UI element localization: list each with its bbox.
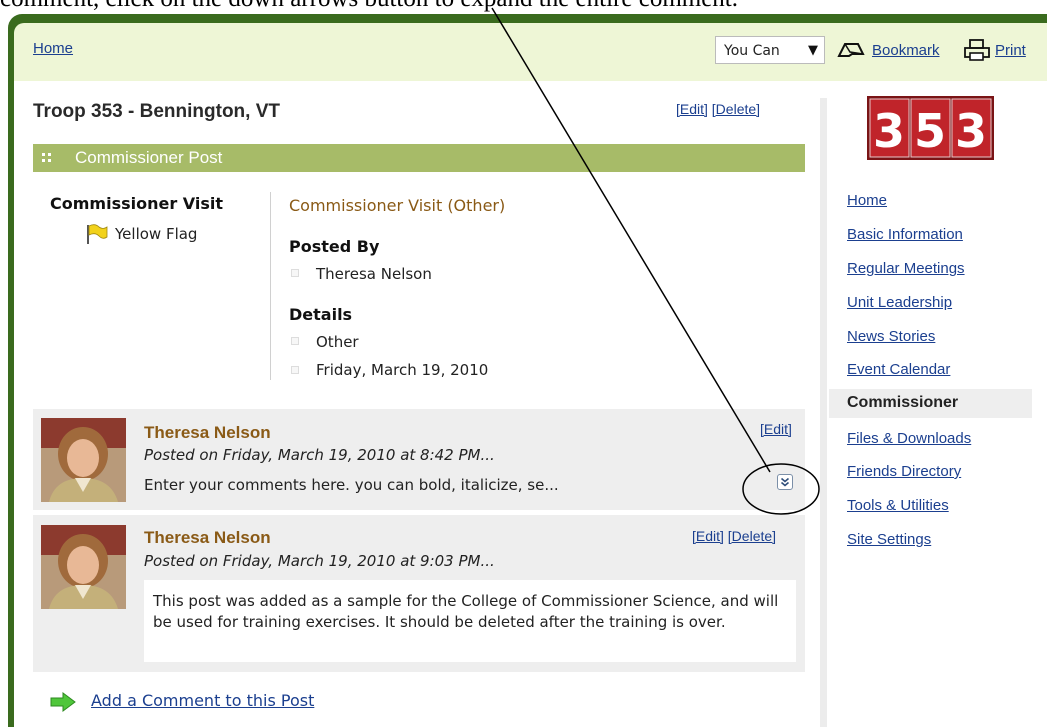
- page-title: Troop 353 - Bennington, VT: [33, 101, 280, 122]
- edit-post-link[interactable]: [Edit]: [676, 101, 708, 117]
- print-link[interactable]: Print: [995, 42, 1026, 59]
- bookmark-link[interactable]: Bookmark: [872, 42, 940, 59]
- you-can-dropdown[interactable]: You Can ▼: [715, 36, 825, 64]
- sidebar-item-regular-meetings[interactable]: Regular Meetings: [847, 260, 965, 277]
- bullet-icon: [291, 366, 299, 374]
- sidebar-item-event-calendar[interactable]: Event Calendar: [847, 361, 950, 378]
- sidebar-item-friends-directory[interactable]: Friends Directory: [847, 463, 961, 480]
- yellow-flag-icon: [87, 224, 108, 244]
- detail-category: Other: [316, 333, 359, 351]
- sidebar-item-home[interactable]: Home: [847, 192, 887, 209]
- sidebar-item-commissioner[interactable]: Commissioner: [829, 389, 1032, 418]
- sidebar-item-tools-utilities[interactable]: Tools & Utilities: [847, 497, 949, 514]
- visit-subtitle: Commissioner Visit (Other): [289, 196, 506, 215]
- details-heading: Details: [289, 305, 353, 324]
- print-icon[interactable]: [963, 38, 991, 62]
- sidebar-item-basic-information[interactable]: Basic Information: [847, 226, 963, 243]
- section-header-bar: Commissioner Post: [33, 144, 805, 172]
- bookmark-icon[interactable]: [836, 38, 866, 60]
- comment-date: Posted on Friday, March 19, 2010 at 8:42…: [144, 446, 495, 464]
- posted-by-name: Theresa Nelson: [316, 265, 432, 283]
- logo-digit: 3: [955, 104, 987, 158]
- edit-comment-link[interactable]: [Edit]: [760, 421, 792, 437]
- troop-number-logo: 3 5 3: [867, 96, 994, 160]
- title-actions: [Edit] [Delete]: [676, 101, 760, 117]
- column-divider: [270, 192, 271, 380]
- grip-icon: [42, 153, 51, 162]
- posted-by-heading: Posted By: [289, 237, 380, 256]
- green-arrow-icon[interactable]: [50, 692, 76, 712]
- you-can-label: You Can: [724, 43, 780, 59]
- sidebar-item-site-settings[interactable]: Site Settings: [847, 531, 931, 548]
- home-link[interactable]: Home: [33, 40, 73, 57]
- visit-type-label: Commissioner Visit: [50, 194, 224, 213]
- sidebar-divider: [820, 98, 827, 727]
- flag-label: Yellow Flag: [115, 225, 198, 243]
- avatar: [41, 525, 126, 609]
- detail-date: Friday, March 19, 2010: [316, 361, 489, 379]
- sidebar-item-unit-leadership[interactable]: Unit Leadership: [847, 294, 952, 311]
- avatar: [41, 418, 126, 502]
- comment-author[interactable]: Theresa Nelson: [144, 528, 271, 548]
- sidebar-item-label: Commissioner: [847, 394, 959, 411]
- bullet-icon: [291, 337, 299, 345]
- section-title: Commissioner Post: [75, 148, 223, 167]
- delete-post-link[interactable]: [Delete]: [712, 101, 760, 117]
- comment-actions: [Edit] [Delete]: [692, 528, 776, 544]
- sidebar-item-news-stories[interactable]: News Stories: [847, 328, 935, 345]
- delete-comment-link[interactable]: [Delete]: [728, 528, 776, 544]
- comment-text: Enter your comments here. you can bold, …: [144, 476, 559, 494]
- comment-author[interactable]: Theresa Nelson: [144, 423, 271, 443]
- comment-body: This post was added as a sample for the …: [144, 580, 796, 662]
- comment-item: Theresa Nelson Posted on Friday, March 1…: [33, 515, 805, 672]
- comment-date: Posted on Friday, March 19, 2010 at 9:03…: [144, 552, 495, 570]
- logo-digit: 3: [873, 104, 905, 158]
- add-comment-link[interactable]: Add a Comment to this Post: [91, 691, 314, 710]
- edit-comment-link[interactable]: [Edit]: [692, 528, 724, 544]
- comment-text: This post was added as a sample for the …: [153, 592, 779, 631]
- expand-comment-button[interactable]: [777, 474, 793, 490]
- double-chevron-down-icon: [780, 477, 790, 487]
- bullet-icon: [291, 269, 299, 277]
- comment-item: Theresa Nelson Posted on Friday, March 1…: [33, 409, 805, 510]
- dropdown-arrow-icon: ▼: [808, 43, 818, 58]
- sidebar-item-files-downloads[interactable]: Files & Downloads: [847, 430, 971, 447]
- logo-digit: 5: [914, 104, 946, 158]
